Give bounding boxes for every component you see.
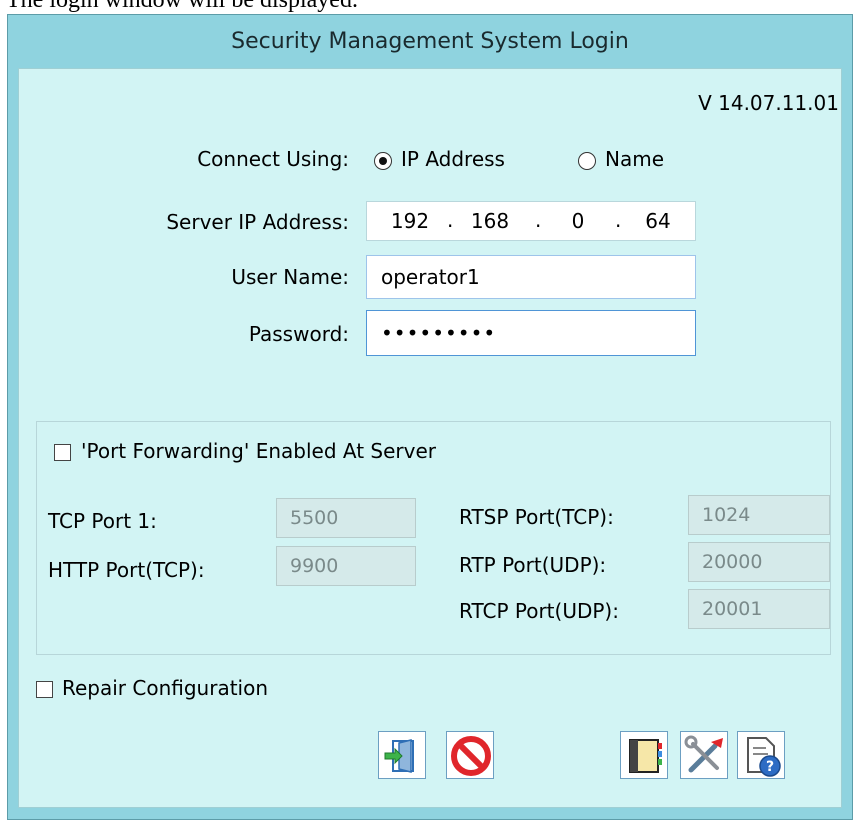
- radio-name-label[interactable]: Name: [605, 147, 664, 171]
- help-document-icon: ?: [747, 737, 781, 777]
- ip-octet-3[interactable]: 0: [547, 209, 609, 233]
- window-title: Security Management System Login: [231, 29, 629, 54]
- cancel-icon: [451, 736, 491, 776]
- ip-octet-1[interactable]: 192: [379, 209, 441, 233]
- radio-ip-address-label[interactable]: IP Address: [401, 147, 505, 171]
- login-window: Security Management System Login V 14.07…: [7, 14, 853, 820]
- rtcp-port-input[interactable]: 20001: [688, 589, 830, 629]
- connect-using-label: Connect Using:: [197, 147, 349, 171]
- port-forwarding-group: 'Port Forwarding' Enabled At Server TCP …: [36, 421, 831, 655]
- login-form: V 14.07.11.01 Connect Using: IP Address …: [18, 68, 842, 808]
- http-port-label: HTTP Port(TCP):: [48, 558, 205, 582]
- server-ip-field[interactable]: 192 . 168 . 0 . 64: [366, 201, 696, 241]
- server-ip-label: Server IP Address:: [166, 210, 349, 234]
- tools-button[interactable]: [680, 731, 728, 779]
- radio-ip-address[interactable]: [374, 152, 392, 170]
- version-label: V 14.07.11.01: [698, 91, 839, 115]
- ip-separator: .: [535, 208, 542, 232]
- tcp-port-1-label: TCP Port 1:: [48, 509, 157, 533]
- help-button[interactable]: ?: [737, 731, 785, 779]
- tools-icon: [684, 735, 723, 773]
- port-forwarding-label[interactable]: 'Port Forwarding' Enabled At Server: [81, 439, 436, 463]
- background-caption-text: The login window will be displayed.: [6, 0, 358, 13]
- user-name-label: User Name:: [231, 265, 349, 289]
- svg-text:?: ?: [766, 759, 774, 775]
- rtp-port-input[interactable]: 20000: [688, 542, 830, 582]
- port-forwarding-checkbox[interactable]: [54, 444, 71, 461]
- password-label: Password:: [248, 322, 349, 346]
- tcp-port-1-input[interactable]: 5500: [276, 498, 416, 538]
- ip-octet-4[interactable]: 64: [629, 209, 687, 233]
- repair-configuration-checkbox[interactable]: [36, 681, 53, 698]
- cancel-button[interactable]: [446, 731, 494, 779]
- ip-separator: .: [447, 208, 454, 232]
- repair-configuration-label[interactable]: Repair Configuration: [62, 676, 268, 700]
- login-icon: [384, 739, 414, 773]
- address-book-icon: [629, 739, 662, 773]
- ip-octet-2[interactable]: 168: [459, 209, 521, 233]
- login-button[interactable]: [378, 731, 426, 779]
- rtp-port-label: RTP Port(UDP):: [459, 553, 607, 577]
- ip-separator: .: [615, 208, 622, 232]
- rtsp-port-label: RTSP Port(TCP):: [459, 505, 614, 529]
- rtcp-port-label: RTCP Port(UDP):: [459, 599, 619, 623]
- address-book-button[interactable]: [620, 731, 668, 779]
- radio-name[interactable]: [578, 152, 596, 170]
- rtsp-port-input[interactable]: 1024: [688, 495, 830, 535]
- user-name-input[interactable]: operator1: [366, 255, 696, 299]
- password-value: •••••••••: [381, 321, 497, 345]
- http-port-input[interactable]: 9900: [276, 546, 416, 586]
- password-input[interactable]: •••••••••: [366, 310, 696, 356]
